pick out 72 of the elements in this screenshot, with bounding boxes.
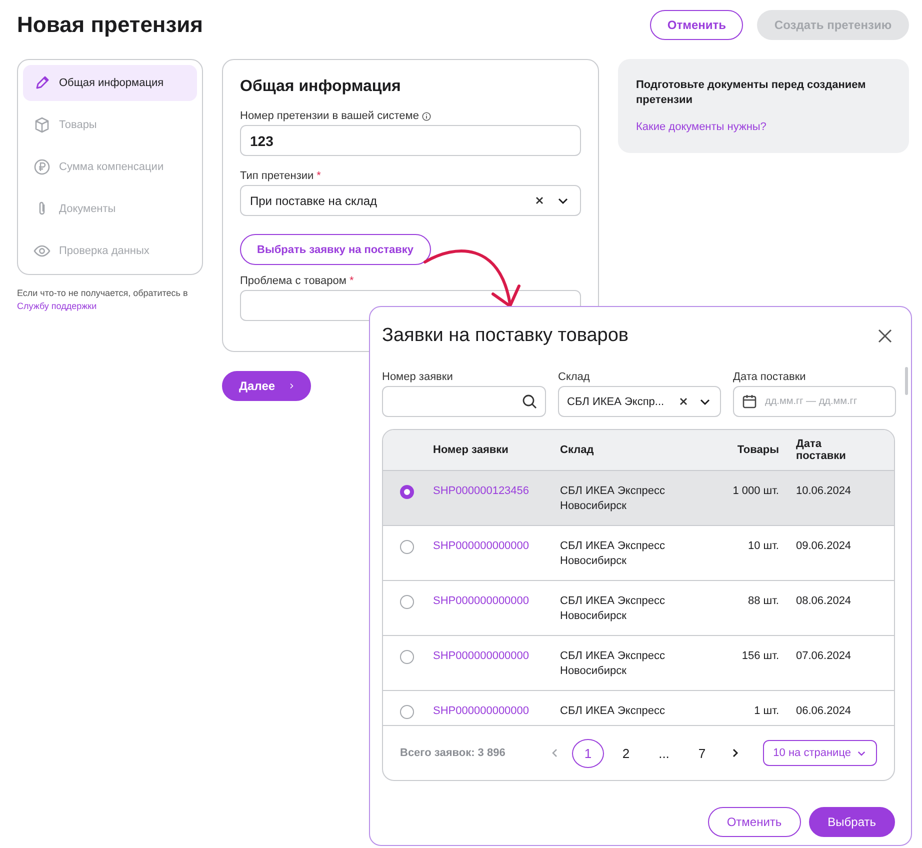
ruble-icon bbox=[33, 158, 51, 176]
page-number[interactable]: 2 bbox=[610, 738, 642, 768]
table-row[interactable]: SHP000000123456 СБЛ ИКЕА Экспресс Новосибирск 1 000 шт. 10.06.2024 bbox=[383, 471, 894, 526]
clear-icon[interactable] bbox=[679, 397, 688, 406]
table-cell-text: 08.06.2024 bbox=[796, 594, 852, 609]
help-text: Если что-то не получается, обратитесь в Службу поддержки bbox=[17, 287, 189, 313]
notice-text: Подготовьте документы перед созданием претензии bbox=[636, 78, 867, 108]
table-cell-text: 156 шт. bbox=[740, 649, 780, 664]
info-icon[interactable] bbox=[422, 112, 431, 120]
page-title: Новая претензия bbox=[17, 12, 204, 38]
page-size-select[interactable]: 10 на странице bbox=[763, 740, 877, 766]
next-button[interactable]: Далее bbox=[222, 371, 311, 401]
choose-request-button[interactable]: Выбрать заявку на поставку bbox=[240, 234, 431, 265]
table-cell-text: СБЛ ИКЕА Экспресс Новосибирск bbox=[560, 539, 666, 569]
request-link[interactable]: SHP000000000000 bbox=[433, 704, 530, 719]
table-cell-text: 06.06.2024 bbox=[796, 704, 852, 719]
table-cell-text: 10 шт. bbox=[747, 539, 780, 554]
scrollbar[interactable] bbox=[905, 367, 908, 395]
filter-label: Дата поставки bbox=[733, 371, 807, 383]
table-cell-text: СБЛ ИКЕА Экспресс Новосибирск bbox=[560, 649, 666, 679]
radio-button[interactable] bbox=[400, 650, 414, 664]
table-cell-text: 1 шт. bbox=[753, 704, 780, 719]
dialog-title: Заявки на поставку товаров bbox=[382, 325, 629, 347]
required-mark: * bbox=[349, 275, 354, 287]
table-cell-text: СБЛ ИКЕА Экспресс Новосибирск bbox=[560, 594, 666, 624]
radio-button[interactable] bbox=[400, 595, 414, 609]
page-number[interactable]: ... bbox=[648, 738, 680, 768]
column-header: Товары bbox=[736, 444, 780, 456]
section-title: Общая информация bbox=[240, 78, 402, 96]
next-page-icon[interactable] bbox=[730, 748, 740, 758]
search-field[interactable] bbox=[382, 386, 546, 417]
search-icon bbox=[522, 394, 537, 409]
step-item[interactable]: Общая информация bbox=[23, 65, 197, 101]
table-cell-text: 88 шт. bbox=[747, 594, 780, 609]
field-label: Номер претензии в вашей системе bbox=[240, 110, 419, 122]
column-header: Дата поставки bbox=[796, 438, 847, 462]
filter-label: Склад bbox=[558, 371, 591, 383]
request-link[interactable]: SHP000000000000 bbox=[433, 649, 530, 664]
request-link[interactable]: SHP000000000000 bbox=[433, 594, 530, 609]
table-cell-text: 10.06.2024 bbox=[796, 484, 852, 499]
field-label: Тип претензии bbox=[240, 170, 314, 182]
table-cell-text: 09.06.2024 bbox=[796, 539, 852, 554]
clear-icon[interactable] bbox=[535, 196, 544, 205]
close-icon[interactable] bbox=[877, 328, 893, 344]
table-cell-text: СБЛ ИКЕА Экспресс Новосибирск bbox=[560, 484, 666, 514]
cancel-button[interactable]: Отменить bbox=[650, 10, 743, 40]
column-header: Номер заявки bbox=[433, 444, 510, 456]
select-field[interactable]: При поставке на склад bbox=[240, 185, 581, 216]
cube-icon bbox=[33, 116, 51, 134]
radio-button[interactable] bbox=[400, 540, 414, 554]
radio-button[interactable] bbox=[400, 705, 414, 719]
text-field[interactable]: 123 bbox=[240, 125, 581, 156]
required-mark: * bbox=[316, 170, 321, 182]
column-header: Склад bbox=[560, 444, 595, 456]
radio-button[interactable] bbox=[400, 485, 414, 499]
select-button[interactable]: Выбрать bbox=[808, 807, 895, 837]
documents-link[interactable]: Какие документы нужны? bbox=[636, 121, 766, 133]
total-count: Всего заявок: 3 896 bbox=[400, 747, 506, 759]
table-cell-text: 1 000 шт. bbox=[732, 484, 780, 499]
previous-page-icon[interactable] bbox=[550, 748, 560, 758]
select-field[interactable]: СБЛ ИКЕА Экспр... bbox=[558, 386, 721, 417]
page-number[interactable]: 7 bbox=[686, 738, 718, 768]
filter-label: Номер заявки bbox=[382, 371, 454, 383]
table-cell-text: 07.06.2024 bbox=[796, 649, 852, 664]
support-link[interactable]: Службу поддержки bbox=[17, 301, 97, 311]
dialog-cancel-button[interactable]: Отменить bbox=[708, 807, 801, 837]
request-link[interactable]: SHP000000000000 bbox=[433, 539, 530, 554]
page-number[interactable]: 1 bbox=[572, 738, 604, 768]
table-cell-text: СБЛ ИКЕА Экспресс bbox=[560, 704, 666, 719]
calendar-icon bbox=[742, 394, 757, 409]
request-link[interactable]: SHP000000123456 bbox=[433, 484, 530, 499]
field-label: Проблема с товаром bbox=[240, 275, 346, 287]
